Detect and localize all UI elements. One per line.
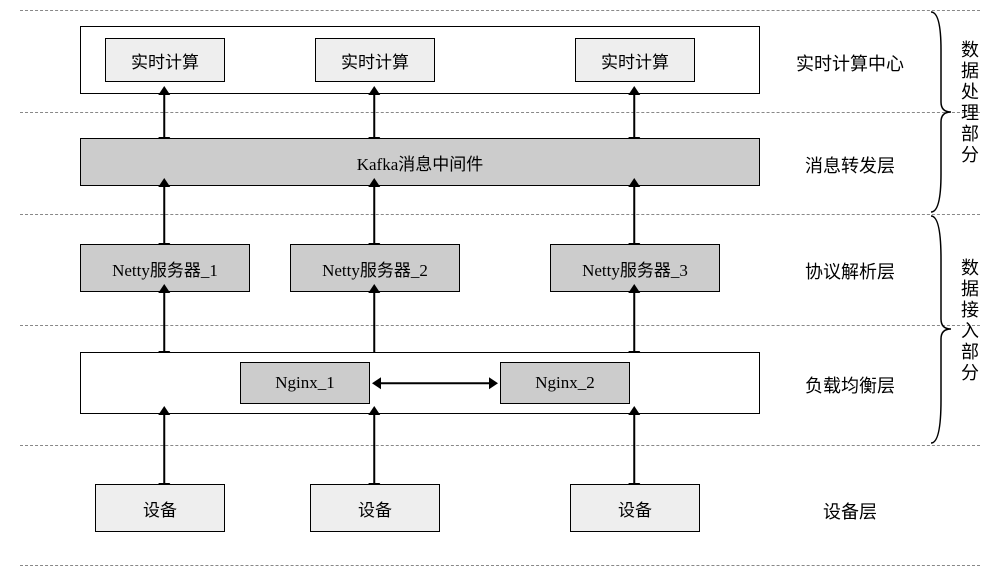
brace-icon: [926, 214, 956, 445]
kafka-label: Kafka消息中间件: [357, 150, 484, 175]
nginx-label: Nginx_1: [275, 373, 335, 393]
kafka-box: Kafka消息中间件: [80, 138, 760, 186]
realtime-box-3: 实时计算: [575, 38, 695, 82]
arrow-vertical: [634, 292, 636, 352]
device-box-3: 设备: [570, 484, 700, 532]
device-label: 设备: [618, 496, 652, 521]
realtime-box-2: 实时计算: [315, 38, 435, 82]
row-label-device: 设备层: [790, 498, 910, 524]
netty-label: Netty服务器_2: [322, 256, 428, 281]
device-label: 设备: [358, 496, 392, 521]
section-label-access: 数据接入部分: [956, 258, 982, 384]
arrow-vertical: [164, 414, 166, 484]
section-label-processing: 数据处理部分: [956, 40, 982, 166]
arrow-vertical: [374, 94, 376, 138]
row-label-message: 消息转发层: [790, 152, 910, 178]
arrow-horizontal: [380, 383, 490, 385]
realtime-box-1: 实时计算: [105, 38, 225, 82]
arrow-vertical: [634, 186, 636, 244]
device-box-2: 设备: [310, 484, 440, 532]
realtime-label: 实时计算: [131, 48, 199, 73]
netty-label: Netty服务器_1: [112, 256, 218, 281]
divider: [20, 565, 980, 566]
realtime-label: 实时计算: [341, 48, 409, 73]
architecture-diagram: 实时计算 实时计算 实时计算 实时计算中心 Kafka消息中间件 消息转发层 N…: [20, 10, 980, 570]
netty-label: Netty服务器_3: [582, 256, 688, 281]
arrow-vertical: [634, 414, 636, 484]
arrow-vertical: [374, 186, 376, 244]
row-label-protocol: 协议解析层: [790, 258, 910, 284]
nginx-box-2: Nginx_2: [500, 362, 630, 404]
arrow-vertical: [164, 292, 166, 352]
device-label: 设备: [143, 496, 177, 521]
row-label-realtime: 实时计算中心: [790, 50, 910, 76]
realtime-label: 实时计算: [601, 48, 669, 73]
row-label-loadbalance: 负载均衡层: [790, 372, 910, 398]
arrow-vertical: [374, 414, 376, 484]
device-box-1: 设备: [95, 484, 225, 532]
divider: [20, 10, 980, 11]
nginx-box-1: Nginx_1: [240, 362, 370, 404]
arrow-vertical: [164, 186, 166, 244]
arrow-vertical: [634, 94, 636, 138]
arrow-vertical: [164, 94, 166, 138]
nginx-label: Nginx_2: [535, 373, 595, 393]
brace-icon: [926, 10, 956, 214]
